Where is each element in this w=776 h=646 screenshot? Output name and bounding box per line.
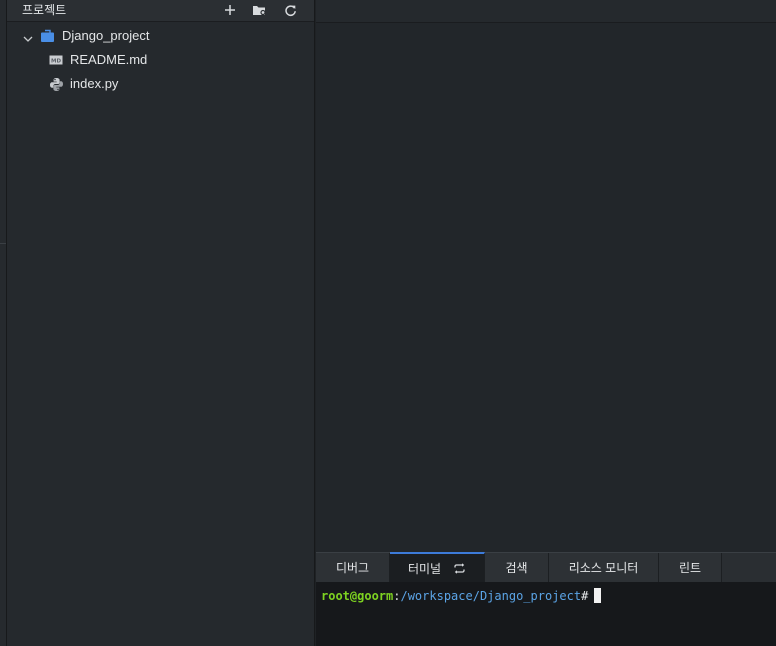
tab-label: 리소스 모니터: [568, 561, 639, 575]
plus-icon: [224, 4, 236, 16]
add-file-button[interactable]: [221, 2, 239, 18]
folder-settings-icon: [252, 4, 267, 16]
project-folder-icon: [40, 29, 55, 46]
tab-search[interactable]: 검색: [485, 553, 549, 582]
tree-file-index-py[interactable]: index.py: [7, 73, 314, 95]
editor-tab-bar: [316, 0, 776, 23]
terminal-user-host: root@goorm: [321, 589, 394, 603]
tab-terminal[interactable]: 터미널: [390, 552, 485, 582]
tree-item-label: README.md: [70, 52, 148, 67]
bottom-panel-tab-bar: 디버그 터미널 검색 리소스 모니터 린트: [316, 552, 776, 582]
tab-label: 디버그: [335, 561, 370, 575]
strip-divider: [0, 243, 6, 244]
sidebar-header: 프로젝트: [7, 0, 314, 22]
project-sidebar: 프로젝트 Django_project MD README.md index.p…: [7, 0, 315, 646]
tab-label: 터미널: [407, 561, 442, 576]
markdown-file-icon: MD: [49, 53, 63, 70]
tree-root-django-project[interactable]: Django_project: [7, 25, 314, 47]
activity-strip: [0, 0, 7, 646]
refresh-button[interactable]: [281, 2, 299, 18]
tab-lint[interactable]: 린트: [659, 553, 722, 582]
tree-file-readme[interactable]: MD README.md: [7, 49, 314, 71]
sync-icon[interactable]: [453, 562, 466, 574]
svg-text:MD: MD: [51, 59, 61, 65]
tab-debug[interactable]: 디버그: [316, 553, 390, 582]
chevron-down-icon[interactable]: [23, 31, 33, 46]
terminal-cursor: [594, 588, 602, 603]
terminal-panel[interactable]: root@goorm:/workspace/Django_project#: [316, 582, 776, 646]
new-folder-button[interactable]: [250, 2, 268, 18]
tab-label: 검색: [505, 561, 528, 575]
refresh-icon: [284, 4, 297, 17]
python-file-icon: [49, 77, 64, 95]
editor-area[interactable]: [316, 0, 776, 552]
tree-item-label: Django_project: [62, 28, 150, 43]
tree-item-label: index.py: [70, 76, 119, 91]
terminal-prompt-line: root@goorm:/workspace/Django_project#: [321, 588, 602, 603]
sidebar-title: 프로젝트: [22, 3, 67, 17]
tab-label: 린트: [678, 561, 702, 575]
tab-resource-monitor[interactable]: 리소스 모니터: [549, 553, 659, 582]
terminal-path: /workspace/Django_project: [400, 589, 582, 603]
terminal-prompt-symbol: #: [581, 589, 589, 603]
ide-window: 프로젝트 Django_project MD README.md index.p…: [0, 0, 776, 646]
